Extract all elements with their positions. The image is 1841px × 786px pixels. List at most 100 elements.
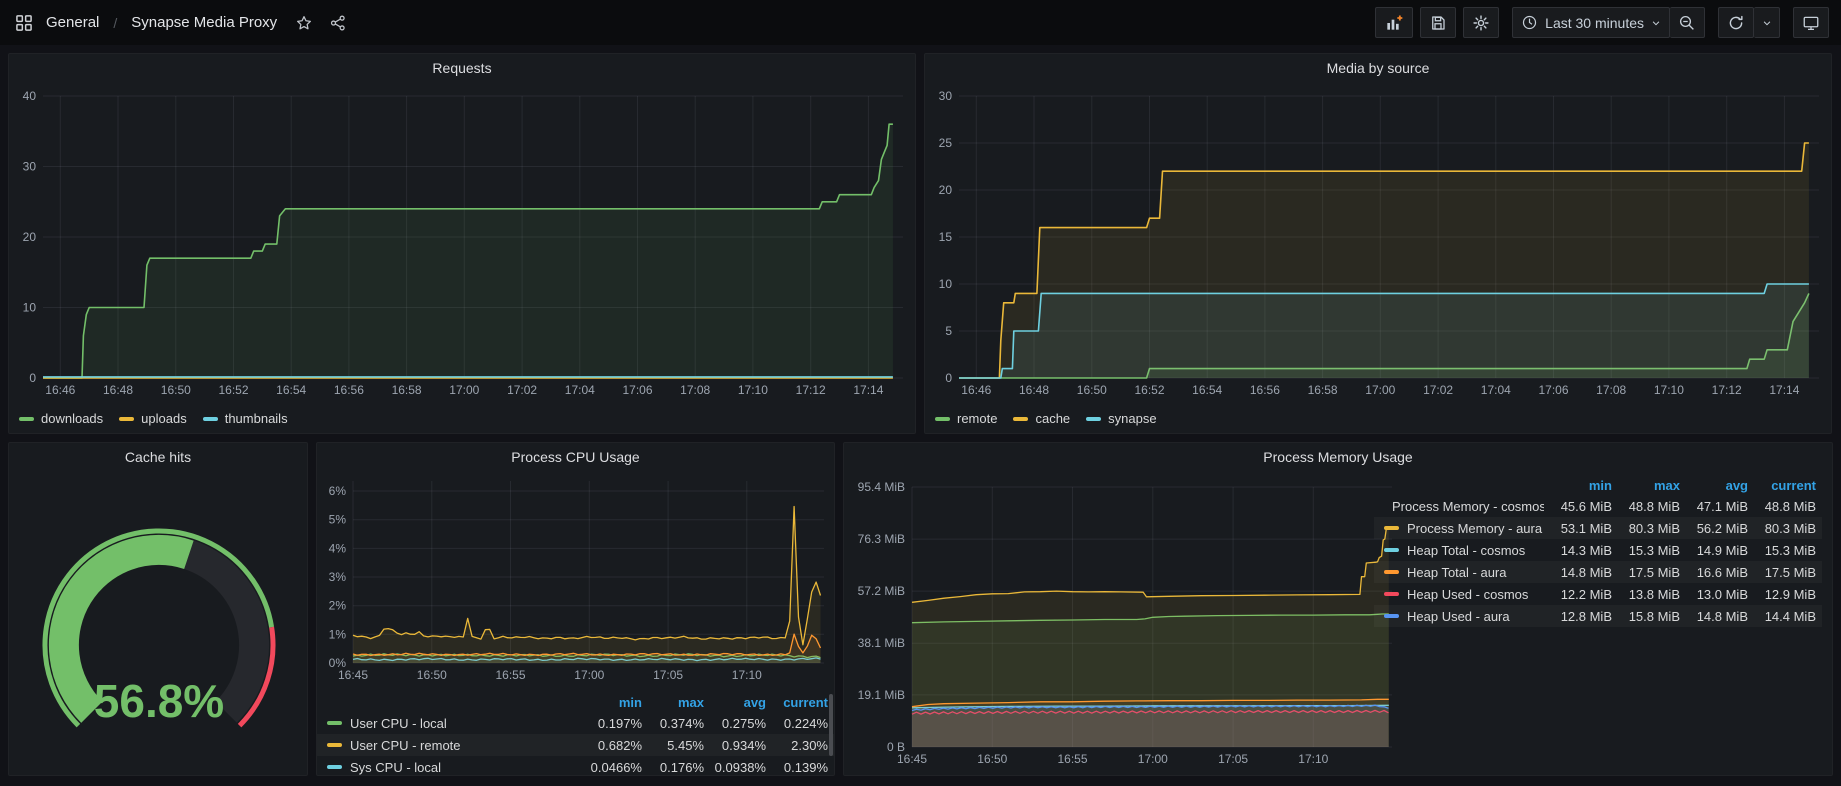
- svg-text:10: 10: [939, 277, 953, 291]
- panel-title[interactable]: Process CPU Usage: [317, 443, 834, 471]
- table-row[interactable]: User CPU - remote 0.682% 5.45% 0.934% 2.…: [317, 734, 834, 756]
- panel-title[interactable]: Process Memory Usage: [844, 443, 1832, 471]
- svg-text:6%: 6%: [329, 484, 347, 498]
- zoom-out-icon: [1678, 14, 1696, 32]
- svg-text:30: 30: [23, 160, 37, 174]
- stat-current: 0.224%: [766, 716, 828, 731]
- col-min[interactable]: min: [1544, 478, 1612, 493]
- stat-max: 0.374%: [642, 716, 704, 731]
- stat-current: 2.30%: [766, 738, 828, 753]
- table-row[interactable]: Heap Used - aura 12.8 MiB 15.8 MiB 14.8 …: [1374, 605, 1822, 627]
- col-current[interactable]: current: [766, 695, 828, 710]
- save-dashboard-button[interactable]: [1420, 7, 1456, 38]
- table-row[interactable]: Process Memory - cosmos 45.6 MiB 48.8 Mi…: [1374, 495, 1822, 517]
- stat-min: 53.1 MiB: [1544, 521, 1612, 536]
- legend-item-synapse[interactable]: synapse: [1086, 411, 1156, 426]
- svg-text:17:08: 17:08: [680, 383, 710, 397]
- table-row[interactable]: Heap Total - aura 14.8 MiB 17.5 MiB 16.6…: [1374, 561, 1822, 583]
- gear-icon: [1472, 14, 1490, 32]
- series-label: Heap Used - aura: [1407, 609, 1510, 624]
- legend-label: remote: [957, 411, 997, 426]
- stat-min: 12.2 MiB: [1544, 587, 1612, 602]
- table-row[interactable]: User CPU - local 0.197% 0.374% 0.275% 0.…: [317, 712, 834, 734]
- col-min[interactable]: min: [580, 695, 642, 710]
- svg-text:16:50: 16:50: [161, 383, 191, 397]
- col-current[interactable]: current: [1748, 478, 1816, 493]
- zoom-out-time-button[interactable]: [1670, 7, 1705, 38]
- svg-text:20: 20: [23, 230, 37, 244]
- series-swatch: [327, 721, 342, 725]
- panel-title[interactable]: Media by source: [925, 54, 1831, 82]
- legend-item-uploads[interactable]: uploads: [119, 411, 187, 426]
- stat-min: 0.682%: [580, 738, 642, 753]
- svg-text:17:10: 17:10: [732, 668, 762, 682]
- svg-text:16:56: 16:56: [334, 383, 364, 397]
- legend-item-remote[interactable]: remote: [935, 411, 997, 426]
- panel-title[interactable]: Requests: [9, 54, 915, 82]
- svg-text:0: 0: [29, 371, 36, 385]
- memory-legend-table: min max avg current Process Memory - cos…: [1374, 475, 1822, 627]
- dashboard-settings-button[interactable]: [1463, 7, 1499, 38]
- svg-text:17:10: 17:10: [1298, 752, 1328, 766]
- series-label: Process Memory - aura: [1407, 521, 1542, 536]
- stat-max: 15.3 MiB: [1612, 543, 1680, 558]
- add-panel-button[interactable]: [1375, 7, 1413, 38]
- svg-text:1%: 1%: [329, 627, 347, 641]
- breadcrumb-separator: /: [111, 15, 119, 31]
- col-avg[interactable]: avg: [704, 695, 766, 710]
- stat-current: 15.3 MiB: [1748, 543, 1816, 558]
- refresh-interval-dropdown[interactable]: [1754, 7, 1780, 38]
- svg-text:17:12: 17:12: [796, 383, 826, 397]
- svg-text:17:00: 17:00: [449, 383, 479, 397]
- legend-item-thumbnails[interactable]: thumbnails: [203, 411, 288, 426]
- svg-text:20: 20: [939, 183, 953, 197]
- monitor-icon: [1802, 14, 1820, 32]
- svg-text:16:45: 16:45: [897, 752, 927, 766]
- table-row[interactable]: Heap Used - cosmos 12.2 MiB 13.8 MiB 13.…: [1374, 583, 1822, 605]
- share-icon[interactable]: [329, 14, 347, 32]
- stat-max: 13.8 MiB: [1612, 587, 1680, 602]
- table-row[interactable]: Process Memory - aura 53.1 MiB 80.3 MiB …: [1374, 517, 1822, 539]
- svg-text:4%: 4%: [329, 541, 347, 555]
- panel-title[interactable]: Cache hits: [9, 443, 307, 471]
- legend-label: uploads: [141, 411, 187, 426]
- save-icon: [1429, 14, 1447, 32]
- series-swatch: [1013, 417, 1028, 421]
- col-avg[interactable]: avg: [1680, 478, 1748, 493]
- svg-text:16:48: 16:48: [103, 383, 133, 397]
- svg-text:16:52: 16:52: [1134, 383, 1164, 397]
- col-max[interactable]: max: [1612, 478, 1680, 493]
- stat-avg: 14.8 MiB: [1680, 609, 1748, 624]
- requests-chart[interactable]: 01020304016:4616:4816:5016:5216:5416:561…: [9, 82, 915, 402]
- series-swatch: [119, 417, 134, 421]
- svg-text:57.2 MiB: 57.2 MiB: [858, 584, 905, 598]
- legend-item-cache[interactable]: cache: [1013, 411, 1070, 426]
- legend-scrollbar[interactable]: [829, 694, 833, 756]
- navbar: General / Synapse Media Proxy: [0, 0, 1841, 45]
- time-range-picker[interactable]: Last 30 minutes: [1512, 7, 1670, 38]
- col-max[interactable]: max: [642, 695, 704, 710]
- panel-process-cpu-usage: Process CPU Usage 0%1%2%3%4%5%6%16:4516:…: [316, 442, 835, 776]
- table-row[interactable]: Heap Total - cosmos 14.3 MiB 15.3 MiB 14…: [1374, 539, 1822, 561]
- panel-requests: Requests 01020304016:4616:4816:5016:5216…: [8, 53, 916, 434]
- svg-text:2%: 2%: [329, 599, 347, 613]
- star-icon[interactable]: [295, 14, 313, 32]
- memory-chart[interactable]: 0 B19.1 MiB38.1 MiB57.2 MiB76.3 MiB95.4 …: [846, 471, 1398, 773]
- breadcrumb-folder[interactable]: General: [46, 14, 99, 31]
- svg-text:40: 40: [23, 89, 37, 103]
- legend-item-downloads[interactable]: downloads: [19, 411, 103, 426]
- svg-text:16:58: 16:58: [1308, 383, 1338, 397]
- svg-text:30: 30: [939, 89, 953, 103]
- svg-text:17:00: 17:00: [1138, 752, 1168, 766]
- media-chart[interactable]: 05101520253016:4616:4816:5016:5216:5416:…: [925, 82, 1831, 402]
- series-swatch: [1384, 614, 1399, 618]
- kiosk-mode-button[interactable]: [1793, 7, 1829, 38]
- svg-text:17:12: 17:12: [1712, 383, 1742, 397]
- apps-grid-icon[interactable]: [14, 13, 34, 33]
- stat-min: 12.8 MiB: [1544, 609, 1612, 624]
- table-row[interactable]: Sys CPU - local 0.0466% 0.176% 0.0938% 0…: [317, 756, 834, 776]
- cpu-chart[interactable]: 0%1%2%3%4%5%6%16:4516:5016:5517:0017:051…: [317, 471, 834, 687]
- svg-text:17:00: 17:00: [1365, 383, 1395, 397]
- breadcrumb-dashboard-title[interactable]: Synapse Media Proxy: [131, 14, 277, 31]
- refresh-button[interactable]: [1718, 7, 1754, 38]
